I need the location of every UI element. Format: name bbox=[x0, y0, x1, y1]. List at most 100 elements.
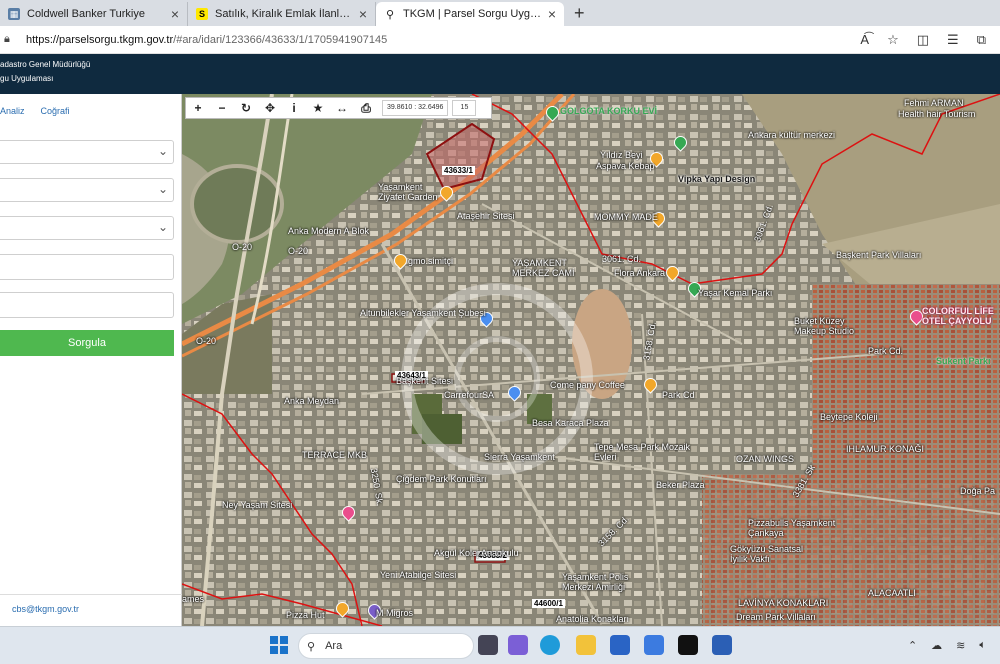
url-text[interactable]: https://parselsorgu.tkgm.gov.tr/#ara/ida… bbox=[26, 34, 387, 46]
volume-icon[interactable]: 🔈︎ bbox=[979, 639, 986, 652]
map-label: Tepe Mesa Park Mozaik Evleri bbox=[594, 442, 691, 462]
info-icon[interactable]: i bbox=[282, 101, 306, 115]
parcel-label-main[interactable]: 43633/1 bbox=[442, 166, 475, 175]
app-icon[interactable] bbox=[644, 635, 664, 655]
map-label: Health hair Tourism bbox=[898, 109, 976, 119]
taskbar-search[interactable]: ⚲ Ara bbox=[298, 633, 474, 659]
address-bar-actions: A͡ ☆ ◫ ☰ ⧉ bbox=[860, 32, 986, 48]
tab-analysis[interactable]: Analiz bbox=[0, 106, 25, 116]
measure-icon[interactable]: ↔ bbox=[330, 101, 354, 115]
map-label: Anka Modern A Blok bbox=[288, 226, 370, 236]
collections-icon[interactable]: ⧉ bbox=[977, 32, 986, 48]
map-label: Dream Park Villaları bbox=[736, 612, 816, 622]
map-label: Yeni Atabilge Sitesi bbox=[380, 570, 457, 580]
map-label: Vipka Yapı Design bbox=[678, 174, 756, 184]
refresh-icon[interactable]: ↻ bbox=[234, 101, 258, 115]
tab-geographic[interactable]: Coğrafi bbox=[41, 106, 70, 116]
query-panel: Analiz Coğrafi ⌄ ⌄ ⌄ Sorgula cbs@tkgm.go… bbox=[0, 94, 182, 626]
close-tab-icon[interactable]: × bbox=[548, 6, 556, 22]
district-select[interactable]: ⌄ bbox=[0, 178, 174, 202]
map-label: Akgül Kolej Anaokulu bbox=[434, 548, 519, 558]
tab-coldwell[interactable]: ▦ Coldwell Banker Turkiye × bbox=[0, 2, 188, 26]
zoom-in-icon[interactable]: + bbox=[186, 101, 210, 115]
map-label: Anatolia Konakları bbox=[556, 614, 630, 624]
search-placeholder: Ara bbox=[325, 640, 343, 652]
parcel-label[interactable]: 44600/1 bbox=[532, 599, 565, 608]
edge-browser-icon[interactable] bbox=[540, 635, 560, 655]
tab-title: TKGM | Parsel Sorgu Uygulaması bbox=[403, 8, 544, 20]
map-label: CarrefourSA bbox=[444, 390, 495, 400]
store-icon[interactable] bbox=[610, 635, 630, 655]
province-select[interactable]: ⌄ bbox=[0, 140, 174, 164]
map-label: Besa Karaca Plaza bbox=[532, 418, 609, 428]
word-icon[interactable] bbox=[712, 635, 732, 655]
coldwell-favicon-icon: ▦ bbox=[8, 8, 20, 20]
pan-icon[interactable]: ✥ bbox=[258, 101, 282, 115]
favorite-star-icon[interactable]: ☆ bbox=[887, 32, 899, 48]
split-screen-icon[interactable]: ◫ bbox=[917, 32, 929, 48]
map-label: Başkent Park Villaları bbox=[836, 250, 922, 260]
map-label: Park Cd. bbox=[868, 346, 904, 356]
tab-tkgm[interactable]: ⚲ TKGM | Parsel Sorgu Uygulaması × bbox=[376, 2, 564, 26]
block-input[interactable] bbox=[0, 254, 174, 280]
map-label: Flora Ankara bbox=[614, 268, 666, 278]
chevron-down-icon: ⌄ bbox=[157, 144, 168, 158]
road-label: O-20 bbox=[196, 336, 217, 346]
tab-sahibinden[interactable]: S Satılık, Kiralık Emlak İlanları sahibi… bbox=[188, 2, 376, 26]
map-label: Pizzabulls Yaşamkent Çankaya bbox=[748, 518, 836, 538]
contact-email-link[interactable]: cbs@tkgm.gov.tr bbox=[12, 604, 79, 614]
netflix-icon[interactable] bbox=[678, 635, 698, 655]
map-label: Come pany Coffee bbox=[550, 380, 625, 390]
map-view[interactable]: + − ↻ ✥ i ★ ↔ ⎙ 39.8610 : 32.6496 15 436… bbox=[182, 94, 1000, 626]
map-label: MOMMY MADE bbox=[594, 212, 658, 222]
map-label: Anka Meydan bbox=[284, 396, 340, 406]
teams-chat-icon[interactable] bbox=[508, 635, 528, 655]
new-tab-button[interactable]: + bbox=[564, 3, 595, 26]
map-label: Fehmi ARMAN bbox=[904, 98, 964, 108]
cloud-icon[interactable]: ☁ bbox=[931, 639, 942, 652]
task-view-icon[interactable] bbox=[478, 635, 498, 655]
map-imagery bbox=[182, 94, 1000, 626]
map-label: Yaşamkent Ziyafet Garden bbox=[378, 182, 438, 202]
map-label: Aspava Kebap bbox=[596, 161, 655, 171]
search-icon: ⚲ bbox=[307, 640, 316, 653]
chevron-up-icon[interactable]: ⌃ bbox=[908, 639, 917, 652]
favorites-list-icon[interactable]: ☰ bbox=[947, 32, 959, 48]
file-explorer-icon[interactable] bbox=[576, 635, 596, 655]
map-label: Yaşar Kemal Parkı bbox=[698, 288, 773, 298]
map-label: Ney Yaşam Sitesi bbox=[222, 500, 293, 510]
address-bar[interactable]: 🔒︎ https://parselsorgu.tkgm.gov.tr/#ara/… bbox=[0, 26, 1000, 54]
windows-taskbar: ⚲ Ara ⌃ ☁ ≋ 🔈︎ bbox=[0, 626, 1000, 664]
query-button[interactable]: Sorgula bbox=[0, 330, 174, 356]
windows-start-icon[interactable] bbox=[270, 636, 288, 654]
road-label: O-20 bbox=[288, 246, 309, 256]
url-host: https://parselsorgu.tkgm.gov.tr bbox=[26, 33, 174, 46]
close-tab-icon[interactable]: × bbox=[171, 6, 179, 22]
read-aloud-icon[interactable]: A͡ bbox=[860, 32, 869, 48]
lock-icon[interactable]: 🔒︎ bbox=[4, 33, 16, 46]
map-label: Yıldız Beyi bbox=[600, 150, 643, 160]
chevron-down-icon: ⌄ bbox=[157, 182, 168, 196]
map-label: Ataşehir Sitesi bbox=[457, 211, 515, 221]
wifi-icon[interactable]: ≋ bbox=[956, 639, 965, 652]
tab-title: Satılık, Kiralık Emlak İlanları sahibi..… bbox=[215, 8, 355, 20]
print-icon[interactable]: ⎙ bbox=[354, 101, 378, 116]
map-label: LAVİNYA KONAKLARI bbox=[738, 598, 829, 608]
map-label: GOLGOTA KORKU EVİ bbox=[560, 106, 658, 116]
map-label: COLORFUL LİFE OTEL ÇAYYOLU bbox=[922, 306, 994, 326]
map-label: Gökyüzü Sanatsal İyilik Vakfı bbox=[730, 544, 804, 564]
map-label: gmo.simitçi bbox=[408, 256, 454, 266]
map-label: IHLAMUR KONAĞI bbox=[846, 444, 925, 454]
app-header: adastro Genel Müdürlüğü gu Uygulaması bbox=[0, 54, 1000, 94]
neighborhood-select[interactable]: ⌄ bbox=[0, 216, 174, 240]
close-tab-icon[interactable]: × bbox=[359, 6, 367, 22]
tab-title: Coldwell Banker Turkiye bbox=[27, 8, 145, 20]
map-label: ALACAATLI bbox=[868, 588, 916, 598]
system-tray: ⌃ ☁ ≋ 🔈︎ bbox=[908, 639, 986, 652]
zoom-out-icon[interactable]: − bbox=[210, 101, 234, 115]
map-label: Çiğdem Park Konutları bbox=[396, 474, 487, 484]
panel-divider bbox=[0, 594, 182, 595]
parcel-input[interactable] bbox=[0, 292, 174, 318]
panel-tabs: Analiz Coğrafi bbox=[0, 94, 181, 116]
bookmark-star-icon[interactable]: ★ bbox=[306, 101, 330, 115]
